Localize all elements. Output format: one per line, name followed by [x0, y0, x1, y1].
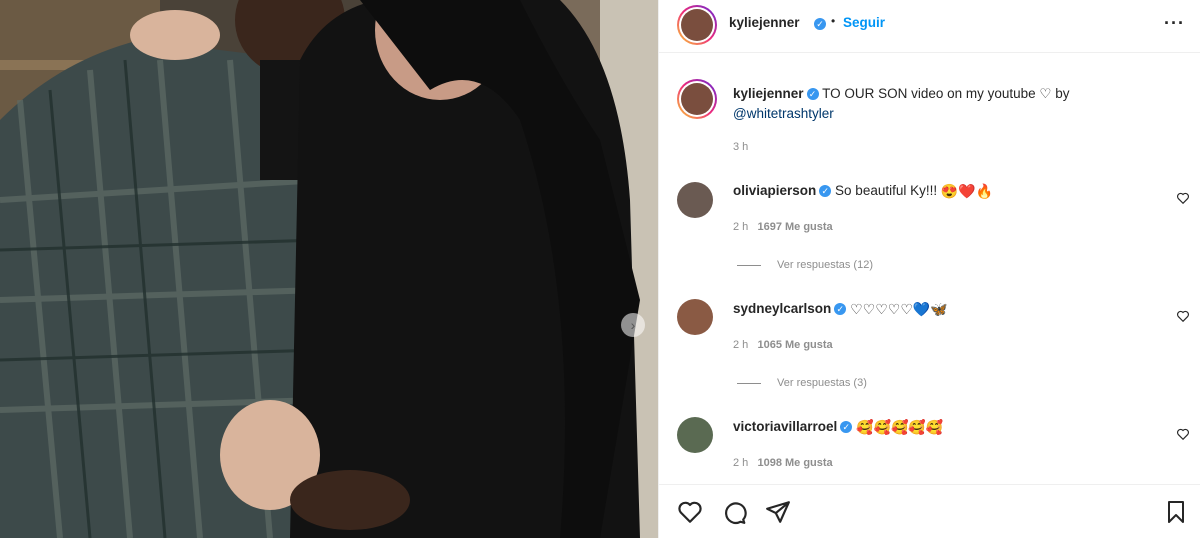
- verified-badge-icon: ✓: [834, 303, 847, 316]
- comment-emoji: ♡: [900, 301, 913, 318]
- comment-like-heart-icon[interactable]: [1176, 427, 1190, 441]
- post-photo[interactable]: ›: [0, 0, 658, 538]
- comment-text: So beautiful Ky!!!: [835, 183, 938, 198]
- comment-emoji: ♡: [887, 301, 901, 318]
- post-header: kyliejenner ✓ • Seguir ···: [659, 0, 1200, 53]
- comment-bubble-icon[interactable]: [721, 499, 747, 525]
- comment-username[interactable]: oliviapierson: [733, 183, 816, 198]
- comment-avatar[interactable]: [677, 299, 713, 335]
- author-username[interactable]: kyliejenner: [729, 15, 800, 30]
- paper-plane-icon[interactable]: [765, 499, 791, 525]
- comment-emoji: ❤️: [958, 183, 976, 200]
- comment-time: 2 h: [733, 457, 749, 469]
- caption-text: TO OUR SON video on my youtube ♡ by: [822, 86, 1070, 101]
- view-replies-label: Ver respuestas (12): [777, 259, 873, 271]
- comment-time: 2 h: [733, 339, 749, 351]
- follow-button[interactable]: Seguir: [843, 15, 885, 30]
- author-avatar[interactable]: [677, 5, 717, 45]
- comment-username[interactable]: sydneylcarlson: [733, 301, 831, 316]
- heart-outline-icon[interactable]: [677, 499, 703, 525]
- comment-meta: 2 h 1697 Me gusta: [733, 221, 833, 233]
- more-options-icon[interactable]: ···: [1164, 13, 1185, 34]
- post-action-bar: [659, 484, 1200, 539]
- comment-emoji: ♡: [875, 301, 888, 318]
- view-replies-label: Ver respuestas (3): [777, 377, 867, 389]
- caption-time: 3 h: [733, 141, 749, 153]
- comment-like-heart-icon[interactable]: [1176, 191, 1190, 205]
- comment-meta: 2 h 1098 Me gusta: [733, 457, 833, 469]
- chevron-right-icon: ›: [630, 317, 636, 333]
- comment-emoji: ♡: [862, 301, 876, 318]
- comment-emoji: 💙: [912, 301, 931, 318]
- verified-badge-icon: ✓: [806, 88, 819, 101]
- comment-emoji: 🥰: [890, 419, 909, 436]
- post-side-panel: kyliejenner ✓ • Seguir ··· kyliejenner ✓ …: [658, 0, 1200, 538]
- comment-emoji: 🥰: [856, 419, 874, 436]
- comment-avatar[interactable]: [677, 182, 713, 218]
- post-photo-image: [0, 0, 658, 538]
- comment-likes[interactable]: 1697 Me gusta: [757, 221, 832, 233]
- caption-mention-link[interactable]: @whitetrashtyler: [733, 106, 834, 121]
- comment-likes[interactable]: 1065 Me gusta: [757, 339, 832, 351]
- verified-badge-icon: ✓: [814, 18, 826, 30]
- comment-emoji: 🥰: [908, 419, 926, 436]
- carousel-next-button[interactable]: ›: [621, 313, 645, 337]
- verified-badge-icon: ✓: [819, 185, 832, 198]
- comment-emoji: 🥰: [925, 419, 944, 436]
- comment-meta: 2 h 1065 Me gusta: [733, 339, 833, 351]
- caption: kyliejenner ✓ TO OUR SON video on my yout…: [733, 84, 1133, 124]
- bookmark-icon[interactable]: [1164, 499, 1188, 525]
- comment-body: victoriavillarroel ✓ 🥰🥰🥰🥰🥰: [733, 417, 943, 437]
- comment-emoji: 🥰: [873, 419, 891, 436]
- caption-avatar[interactable]: [677, 79, 717, 119]
- comment-like-heart-icon[interactable]: [1176, 309, 1190, 323]
- comment-likes[interactable]: 1098 Me gusta: [757, 457, 832, 469]
- comment-avatar[interactable]: [677, 417, 713, 453]
- verified-badge-icon: ✓: [840, 421, 853, 434]
- comment-time: 2 h: [733, 221, 749, 233]
- caption-username[interactable]: kyliejenner: [733, 86, 804, 101]
- header-separator: •: [831, 14, 836, 28]
- comment-emoji: 🦋: [930, 301, 948, 318]
- comment-emoji: 😍: [940, 183, 959, 200]
- view-replies-button[interactable]: Ver respuestas (3): [737, 377, 867, 389]
- comment-username[interactable]: victoriavillarroel: [733, 419, 837, 434]
- comment-body: sydneylcarlson ✓ ♡♡♡♡♡💙🦋: [733, 299, 948, 319]
- view-replies-button[interactable]: Ver respuestas (12): [737, 259, 873, 271]
- comment-emoji: 🔥: [975, 183, 994, 200]
- comment-body: oliviapierson ✓ So beautiful Ky!!! 😍❤️🔥: [733, 181, 993, 201]
- comment-emoji: ♡: [850, 301, 863, 318]
